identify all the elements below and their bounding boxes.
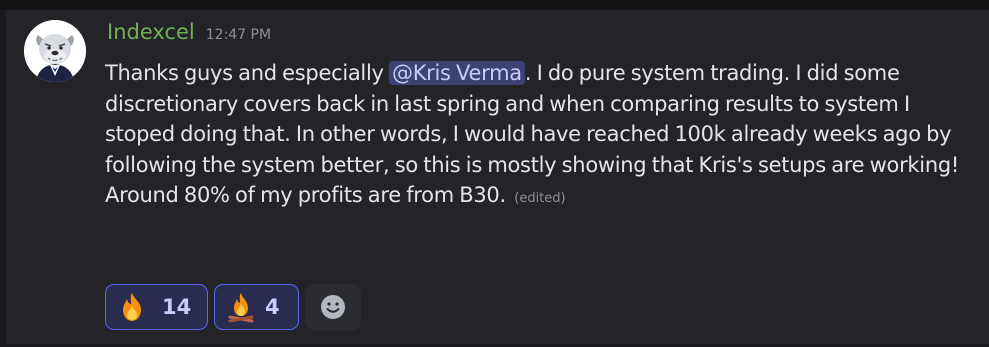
edited-label: (edited) bbox=[514, 191, 566, 207]
chat-message: Indexcel 12:47 PM Thanks guys and especi… bbox=[6, 10, 989, 344]
smiley-add-reaction-icon bbox=[321, 295, 345, 319]
message-text-part-1: Thanks guys and especially bbox=[105, 61, 389, 85]
bulldog-avatar-icon bbox=[24, 20, 86, 82]
user-mention[interactable]: @Kris Verma bbox=[389, 61, 525, 85]
message-text: Thanks guys and especially @Kris Verma. … bbox=[105, 58, 965, 215]
message-header: Indexcel 12:47 PM bbox=[107, 20, 271, 54]
reaction-count: 4 bbox=[265, 295, 280, 319]
app-frame: Indexcel 12:47 PM Thanks guys and especi… bbox=[0, 0, 989, 347]
add-reaction-button[interactable] bbox=[305, 284, 361, 330]
avatar[interactable] bbox=[24, 20, 86, 82]
timestamp[interactable]: 12:47 PM bbox=[206, 27, 271, 43]
reaction-fire[interactable]: 14 bbox=[105, 284, 208, 330]
message-content: Thanks guys and especially @Kris Verma. … bbox=[105, 58, 965, 215]
campfire-icon bbox=[228, 293, 254, 323]
reaction-count: 14 bbox=[162, 295, 192, 319]
top-bar bbox=[0, 0, 989, 10]
reaction-campfire[interactable]: 4 bbox=[214, 284, 299, 330]
fire-icon bbox=[123, 293, 141, 321]
username[interactable]: Indexcel bbox=[107, 20, 195, 44]
reactions-bar: 14 4 bbox=[105, 284, 361, 330]
